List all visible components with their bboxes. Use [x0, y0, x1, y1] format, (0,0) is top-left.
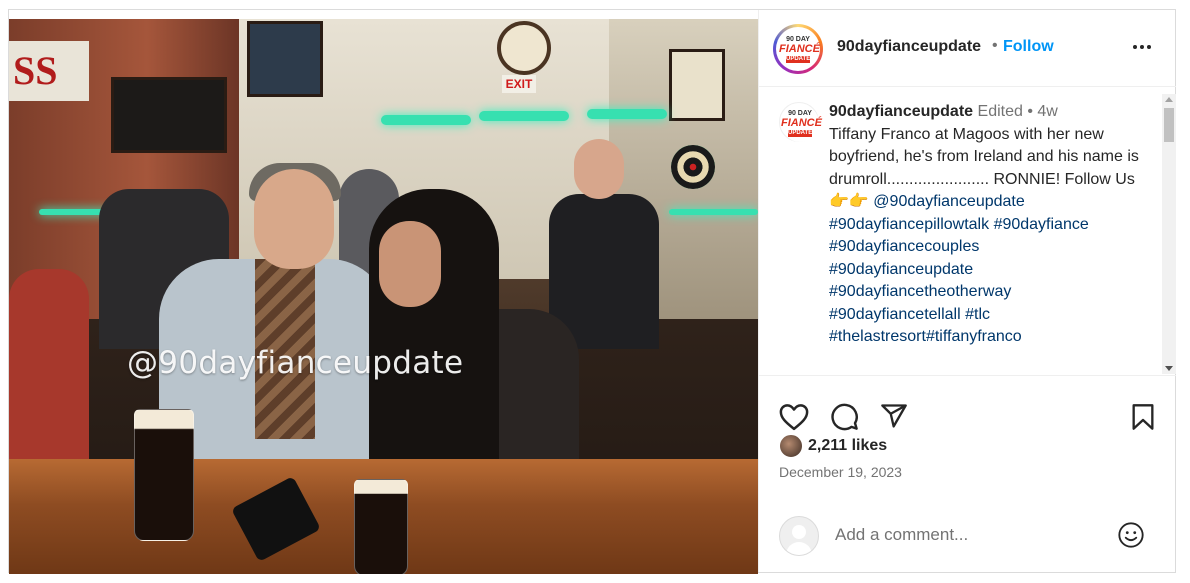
liker-avatar[interactable]	[779, 434, 803, 458]
more-options-icon[interactable]	[1129, 34, 1155, 60]
photo-frame	[111, 77, 227, 153]
photo-sign-ss: SS	[9, 41, 89, 101]
photo-frame	[669, 49, 725, 121]
post-side-panel: 90 DAY FIANCÉ UPDATE 90dayfianceupdate •…	[758, 10, 1176, 572]
caption-avatar-logo: 90 DAY FIANCÉ UPDATE	[781, 104, 822, 142]
caption-avatar[interactable]: 90 DAY FIANCÉ UPDATE	[779, 102, 822, 142]
hashtag[interactable]: #thelastresort#tiffanyfranco	[829, 328, 1022, 345]
scroll-up-arrow-icon[interactable]	[1165, 97, 1173, 102]
caption-username[interactable]: 90dayfianceupdate	[829, 103, 973, 120]
post-date[interactable]: December 19, 2023	[779, 464, 902, 480]
hashtag[interactable]: #90dayfiancepillowtalk	[829, 216, 989, 233]
photo-string-lights	[479, 111, 569, 121]
profile-avatar[interactable]: 90 DAY FIANCÉ UPDATE	[773, 24, 823, 74]
profile-logo: 90 DAY FIANCÉ UPDATE	[779, 30, 820, 68]
hashtag[interactable]: #90dayfiancecouples	[829, 238, 979, 255]
scroll-down-arrow-icon[interactable]	[1165, 366, 1173, 371]
likes-count[interactable]: 2,211 likes	[808, 437, 887, 455]
photo-string-lights	[669, 209, 758, 215]
photo-pint-glass	[354, 479, 408, 574]
post-photo[interactable]: SS EXIT @90dayfianceupdate	[9, 19, 758, 574]
post-actions: 2,211 likes December 19, 2023	[759, 375, 1176, 486]
caption-scrollbar[interactable]	[1162, 94, 1176, 374]
caption-mention[interactable]: @90dayfianceupdate	[873, 193, 1024, 210]
scroll-thumb[interactable]	[1164, 108, 1174, 142]
caption-edited: Edited	[977, 103, 1023, 120]
photo-clock	[497, 21, 551, 75]
comment-input[interactable]	[835, 523, 1105, 547]
hashtag[interactable]: #90dayfiance	[994, 216, 1089, 233]
share-icon[interactable]	[879, 402, 909, 430]
comment-bar	[759, 510, 1176, 572]
photo-dartboard	[671, 145, 715, 189]
comment-icon[interactable]	[830, 402, 859, 431]
hashtag[interactable]: #tlc	[965, 306, 990, 323]
smiley-icon[interactable]	[1117, 521, 1145, 549]
hashtag[interactable]: #90dayfiancetheotherway	[829, 283, 1011, 300]
photo-pint-glass	[134, 409, 194, 541]
caption-separator: •	[1027, 103, 1033, 120]
user-avatar	[779, 516, 819, 556]
photo-string-lights	[587, 109, 667, 119]
instagram-post: SS EXIT @90dayfianceupdate 90 DAY FIANCÉ…	[8, 9, 1176, 574]
photo-watermark: @90dayfianceupdate	[127, 345, 464, 381]
post-header: 90 DAY FIANCÉ UPDATE 90dayfianceupdate •…	[759, 10, 1176, 87]
header-separator: •	[992, 37, 998, 54]
pointing-emoji: 👉👉	[829, 193, 869, 210]
photo-frame	[247, 21, 323, 97]
photo-background-person	[9, 269, 89, 459]
hashtag[interactable]: #90dayfianceupdate	[829, 261, 973, 278]
follow-button[interactable]: Follow	[1003, 38, 1054, 56]
caption-text: 90dayfianceupdate Edited • 4w Tiffany Fr…	[829, 101, 1147, 349]
bookmark-icon[interactable]	[1130, 403, 1156, 431]
caption-area[interactable]: 90 DAY FIANCÉ UPDATE 90dayfianceupdate E…	[759, 87, 1176, 374]
caption-age[interactable]: 4w	[1037, 103, 1057, 120]
header-username[interactable]: 90dayfianceupdate	[837, 38, 981, 56]
photo-exit-sign: EXIT	[502, 75, 536, 93]
photo-string-lights	[381, 115, 471, 125]
heart-icon[interactable]	[779, 403, 809, 431]
hashtag[interactable]: #90dayfiancetellall	[829, 306, 961, 323]
caption-body: Tiffany Franco at Magoos with her new bo…	[829, 125, 1139, 188]
